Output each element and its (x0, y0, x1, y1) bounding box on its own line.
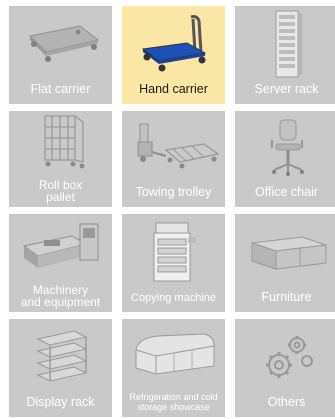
tile-label: Display rack (26, 395, 95, 409)
office-chair-icon (270, 119, 304, 176)
tile-label: Machinery and equipment (20, 283, 101, 309)
roll-box-pallet-icon (43, 115, 84, 169)
category-tile-server-rack[interactable]: Server rack (235, 6, 335, 104)
tile-label: Roll box pallet (38, 178, 83, 204)
machinery-icon (22, 223, 98, 268)
tile-label: Furniture (261, 290, 312, 304)
display-rack-icon (36, 330, 87, 382)
category-grid: Flat carrier Hand carrier Server rack Ro… (0, 0, 335, 419)
copying-machine-icon (153, 222, 196, 282)
tile-label: Server rack (254, 82, 319, 96)
category-tile-roll-box-pallet[interactable]: Roll box pallet (9, 111, 112, 207)
tile-label: Office chair (255, 185, 318, 199)
category-tile-towing-trolley[interactable]: Towing trolley (122, 111, 225, 207)
category-tile-display-rack[interactable]: Display rack (9, 319, 112, 417)
category-tile-furniture[interactable]: Furniture (235, 214, 335, 312)
category-tile-office-chair[interactable]: Office chair (235, 111, 335, 207)
tile-label: Copying machine (131, 292, 216, 304)
server-rack-icon (275, 10, 302, 78)
category-tile-machinery[interactable]: Machinery and equipment (9, 214, 112, 312)
towing-trolley-icon (137, 123, 220, 169)
tile-label: Others (267, 395, 306, 409)
flat-carrier-icon (28, 25, 99, 62)
furniture-icon (251, 236, 326, 270)
category-tile-refrigeration-showcase[interactable]: Refrigeration and cold storage showcase (122, 319, 225, 417)
refrigeration-showcase-icon (135, 333, 214, 375)
category-tile-flat-carrier[interactable]: Flat carrier (9, 6, 112, 104)
category-tile-others[interactable]: Others (235, 319, 335, 417)
tile-label: Towing trolley (135, 185, 212, 199)
gears-icon (265, 336, 313, 378)
tile-label: Hand carrier (139, 82, 208, 96)
hand-carrier-icon (141, 15, 206, 72)
tile-label: Flat carrier (30, 82, 91, 96)
category-tile-hand-carrier[interactable]: Hand carrier (122, 6, 225, 104)
tile-label: Refrigeration and cold storage showcase (129, 392, 218, 412)
category-tile-copying-machine[interactable]: Copying machine (122, 214, 225, 312)
